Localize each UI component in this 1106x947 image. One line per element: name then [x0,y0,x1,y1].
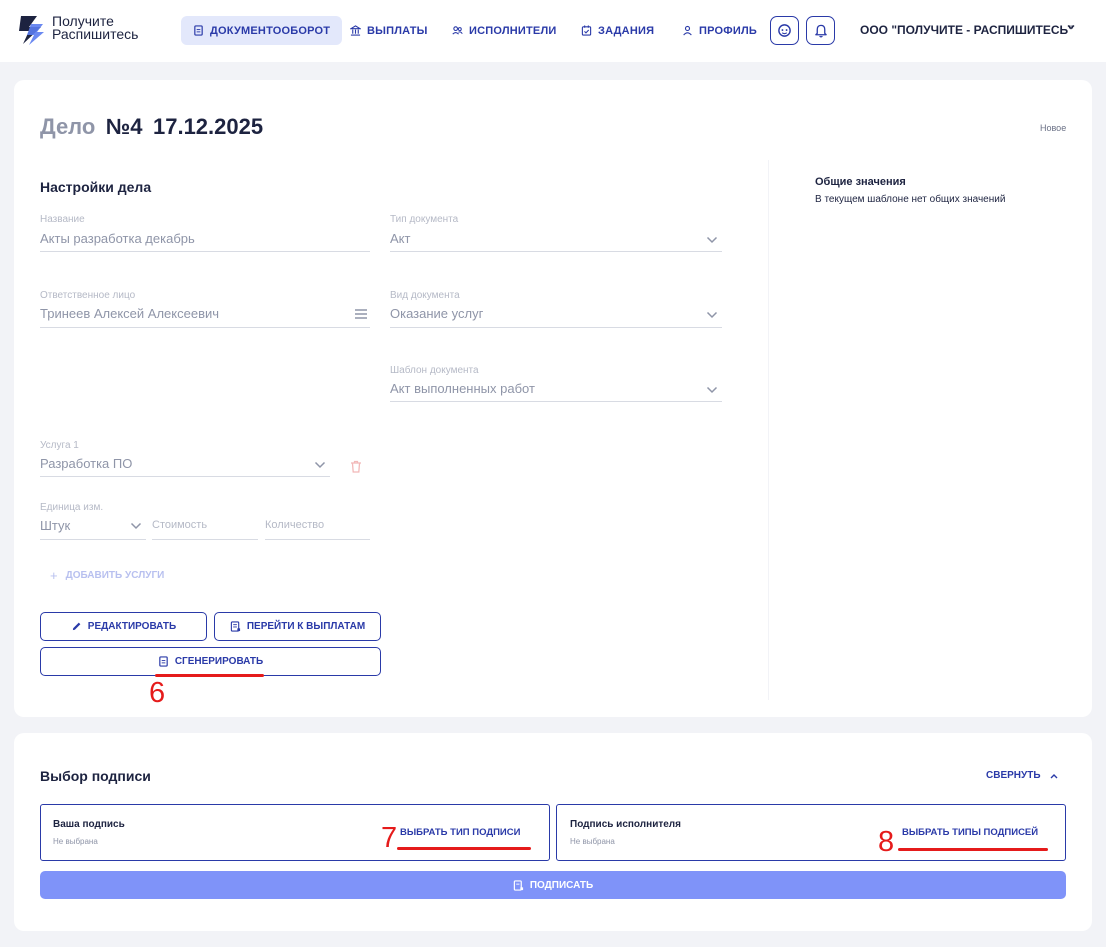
unit-underline [40,539,146,540]
common-values-title: Общие значения [815,176,906,188]
your-signature-title: Ваша подпись [53,819,125,830]
bell-icon [814,24,827,38]
doc-type-select[interactable]: Акт [390,231,410,246]
chevron-down-icon[interactable] [706,385,718,395]
cost-input[interactable]: Стоимость [152,519,207,531]
common-values-text: В текущем шаблоне нет общих значений [815,194,1006,205]
nav-profile[interactable]: ПРОФИЛЬ [670,16,769,45]
nav-documents[interactable]: ДОКУМЕНТООБОРОТ [181,16,343,45]
service-underline [40,476,330,477]
nav-executors-label: ИСПОЛНИТЕЛИ [469,24,557,37]
sign-button[interactable]: ПОДПИСАТЬ [40,871,1066,899]
annotation-underline-6 [155,674,264,677]
add-services-button[interactable]: + ДОБАВИТЬ УСЛУГИ [50,568,164,583]
case-status: Новое [1040,123,1067,133]
trash-icon[interactable] [350,460,362,473]
chevron-down-icon[interactable] [314,460,326,470]
column-divider [768,160,769,700]
nav-profile-label: ПРОФИЛЬ [699,24,757,37]
responsible-label: Ответственное лицо [40,290,136,301]
service-select[interactable]: Разработка ПО [40,456,132,471]
user-icon [683,25,692,36]
edit-button[interactable]: РЕДАКТИРОВАТЬ [40,612,207,641]
annotation-number-8: 8 [878,826,895,858]
service-label: Услуга 1 [40,440,79,451]
logo-icon[interactable] [17,14,45,51]
doc-type-label: Тип документа [390,214,459,225]
menu-list-icon[interactable] [354,308,368,320]
annotation-underline-8 [898,848,1048,851]
bank-icon [350,25,361,36]
chevron-up-icon [1050,773,1058,778]
nav-payments[interactable]: ВЫПЛАТЫ [338,16,440,45]
unit-select[interactable]: Штук [40,518,70,533]
organization-name[interactable]: ООО "ПОЛУЧИТЕ - РАСПИШИТЕСЬ" [860,23,1074,37]
executor-signature-status: Не выбрана [570,837,615,846]
chevron-down-icon[interactable] [706,310,718,320]
generate-button[interactable]: СГЕНЕРИРОВАТЬ [40,647,381,676]
nav-tasks[interactable]: ЗАДАНИЯ [569,16,666,45]
name-label: Название [40,214,85,225]
nav-payments-label: ВЫПЛАТЫ [367,24,428,37]
notifications-button[interactable] [806,16,835,45]
document-icon [194,25,203,36]
name-field[interactable]: Акты разработка декабрь [40,231,195,246]
quantity-input[interactable]: Количество [265,519,324,531]
template-label: Шаблон документа [390,365,479,376]
top-header: Получите Распишитесь ДОКУМЕНТООБОРОТ ВЫП… [0,0,1106,62]
chevron-down-icon[interactable] [706,235,718,245]
case-title-prefix: Дело [40,114,96,139]
annotation-number-7: 7 [381,822,398,854]
doc-type-underline [390,251,722,252]
pencil-icon [72,622,81,631]
responsible-field[interactable]: Тринеев Алексей Алексеевич [40,306,219,321]
case-title: Дело №4 17.12.2025 [40,114,263,140]
case-title-number: №4 [105,114,143,139]
quantity-underline [265,539,370,540]
case-title-date: 17.12.2025 [152,114,264,139]
edit-button-label: РЕДАКТИРОВАТЬ [87,621,177,632]
executor-signature-title: Подпись исполнителя [570,819,681,830]
logo-line-2: Распишитесь [52,26,139,42]
users-icon [452,26,463,35]
go-to-payments-button[interactable]: ПЕРЕЙТИ К ВЫПЛАТАМ [214,612,381,641]
logo-text[interactable]: Получите Распишитесь [52,14,139,42]
template-select[interactable]: Акт выполненных работ [390,381,535,396]
generate-button-label: СГЕНЕРИРОВАТЬ [174,656,264,667]
support-button[interactable] [770,16,799,45]
collapse-label: СВЕРНУТЬ [986,770,1041,781]
your-signature-status: Не выбрана [53,837,98,846]
nav-tasks-label: ЗАДАНИЯ [598,24,655,37]
unit-label: Единица изм. [40,502,104,513]
document-icon [159,656,168,667]
annotation-number-6: 6 [149,677,166,709]
plus-icon: + [50,568,58,583]
cost-underline [152,539,258,540]
select-signature-type-link[interactable]: ВЫБРАТЬ ТИП ПОДПИСИ [400,827,520,838]
name-underline [40,251,370,252]
support-chat-icon [778,24,791,37]
doc-kind-select[interactable]: Оказание услуг [390,306,483,321]
select-signature-types-link[interactable]: ВЫБРАТЬ ТИПЫ ПОДПИСЕЙ [902,827,1038,838]
receipt-icon [230,621,240,632]
doc-kind-label: Вид документа [390,290,460,301]
go-to-payments-label: ПЕРЕЙТИ К ВЫПЛАТАМ [246,621,366,632]
nav-executors[interactable]: ИСПОЛНИТЕЛИ [440,16,569,45]
sign-button-label: ПОДПИСАТЬ [529,879,594,891]
chevron-down-icon[interactable] [1066,22,1076,32]
responsible-underline [40,327,370,328]
calendar-check-icon [581,25,592,36]
nav-documents-label: ДОКУМЕНТООБОРОТ [210,24,331,37]
chevron-down-icon[interactable] [130,521,142,531]
template-underline [390,401,722,402]
annotation-underline-7 [397,847,531,850]
add-services-label: ДОБАВИТЬ УСЛУГИ [65,570,165,581]
collapse-button[interactable]: СВЕРНУТЬ [986,770,1059,781]
document-sign-icon [513,879,523,891]
settings-title: Настройки дела [40,179,152,195]
doc-kind-underline [390,327,722,328]
signature-title: Выбор подписи [40,768,151,784]
